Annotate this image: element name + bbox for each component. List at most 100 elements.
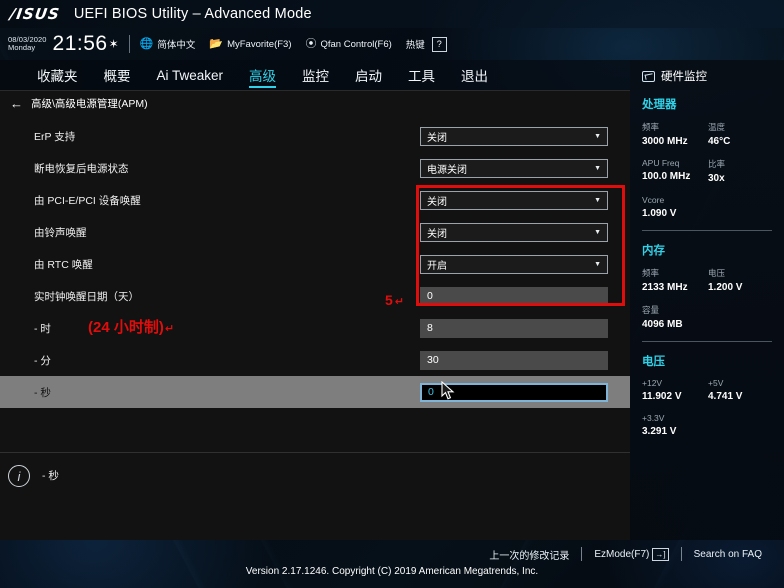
- text-input-value: 0: [427, 290, 433, 302]
- sidebar-section-title: 内存: [642, 245, 665, 257]
- language-selector[interactable]: 🌐 简体中文: [140, 37, 196, 51]
- setting-dropdown[interactable]: 电源关闭 ▼: [420, 158, 608, 178]
- hotkey-button[interactable]: 热键 ?: [406, 36, 447, 52]
- sidebar-metric: 频率 3000 MHz: [642, 121, 708, 147]
- text-input-value: 30: [427, 354, 439, 366]
- tab-0[interactable]: 收藏夹: [24, 63, 91, 87]
- chevron-down-icon: ▼: [594, 196, 601, 204]
- tab-4[interactable]: 监控: [289, 63, 342, 87]
- setting-row[interactable]: 由 PCI-E/PCI 设备唤醒 关闭 ▼: [0, 184, 630, 216]
- last-modified-button[interactable]: 上一次的修改记录: [477, 547, 581, 562]
- divider: [642, 341, 772, 342]
- search-faq-button[interactable]: Search on FAQ: [682, 549, 774, 560]
- tab-2[interactable]: Ai Tweaker: [144, 66, 237, 85]
- setting-row[interactable]: - 分 30: [0, 344, 630, 376]
- setting-dropdown[interactable]: 开启 ▼: [420, 254, 608, 274]
- metric-value: 1.090 V: [642, 208, 677, 219]
- dropdown-value: 关闭: [427, 132, 447, 144]
- gear-icon[interactable]: ✶: [109, 37, 119, 51]
- hardware-monitor-label: 硬件监控: [661, 71, 707, 83]
- setting-row[interactable]: ErP 支持 关闭 ▼: [0, 120, 630, 152]
- divider: [128, 35, 130, 53]
- divider: [642, 230, 772, 231]
- metric-value: 30x: [708, 173, 725, 184]
- qfan-control-button[interactable]: ⦿ Qfan Control(F6): [305, 37, 392, 50]
- tab-5[interactable]: 启动: [342, 63, 395, 87]
- setting-text-input[interactable]: 0: [420, 382, 608, 402]
- setting-label: ErP 支持: [34, 130, 76, 143]
- dropdown-value: 开启: [427, 260, 447, 272]
- tab-1[interactable]: 概要: [91, 63, 144, 87]
- sidebar-section-title: 处理器: [642, 99, 677, 111]
- sidebar-metric: 电压 1.200 V: [708, 267, 774, 293]
- sidebar-metric: APU Freq 100.0 MHz: [642, 158, 708, 184]
- dropdown-value: 电源关闭: [427, 164, 467, 176]
- sidebar-metric: 容量 4096 MB: [642, 304, 708, 330]
- tab-6[interactable]: 工具: [395, 63, 448, 87]
- tab-label: Ai Tweaker: [156, 67, 224, 83]
- sidebar-section-title: 电压: [642, 356, 665, 368]
- metric-caption: +3.3V: [642, 413, 665, 423]
- back-arrow-icon[interactable]: ←: [10, 97, 23, 110]
- metric-caption: +5V: [708, 378, 724, 388]
- tab-7[interactable]: 退出: [448, 63, 501, 87]
- setting-text-input[interactable]: 30: [420, 350, 608, 370]
- setting-dropdown[interactable]: 关闭 ▼: [420, 222, 608, 242]
- tab-label: 启动: [355, 69, 383, 84]
- clock-value: 21:56: [52, 32, 108, 55]
- sidebar-metric-pair: +3.3V 3.291 V: [642, 413, 774, 437]
- chevron-down-icon: ▼: [594, 228, 601, 236]
- metric-value: 11.902 V: [642, 391, 682, 402]
- tab-label: 退出: [461, 69, 489, 84]
- bottom-bar: 上一次的修改记录 EzMode(F7) →] Search on FAQ: [0, 540, 784, 568]
- dropdown-value: 关闭: [427, 228, 447, 240]
- tab-label: 概要: [103, 69, 131, 84]
- tab-3[interactable]: 高级: [236, 63, 289, 88]
- fan-icon: ⦿: [305, 37, 317, 50]
- setting-label: 由 RTC 唤醒: [34, 258, 93, 271]
- divider: [680, 547, 682, 561]
- setting-dropdown[interactable]: 关闭 ▼: [420, 190, 608, 210]
- annotation-step-number: 5: [385, 292, 393, 308]
- setting-text-input[interactable]: 8: [420, 318, 608, 338]
- setting-row[interactable]: - 秒 0: [0, 376, 630, 408]
- setting-label: - 分: [34, 354, 51, 367]
- setting-text-input[interactable]: 0: [420, 286, 608, 306]
- monitor-icon: [642, 70, 655, 82]
- myfavorite-button[interactable]: 📂 MyFavorite(F3): [209, 38, 292, 50]
- setting-dropdown[interactable]: 关闭 ▼: [420, 126, 608, 146]
- asus-logo: /ISUS: [8, 5, 62, 23]
- myfavorite-label: MyFavorite(F3): [227, 38, 292, 50]
- metric-value: 1.200 V: [708, 282, 743, 293]
- tab-label: 监控: [302, 69, 330, 84]
- setting-row[interactable]: 由 RTC 唤醒 开启 ▼: [0, 248, 630, 280]
- last-modified-label: 上一次的修改记录: [489, 550, 570, 562]
- ezmode-button[interactable]: EzMode(F7) →]: [582, 547, 680, 561]
- metric-caption: 电压: [708, 268, 726, 278]
- tab-label: 工具: [408, 69, 436, 84]
- setting-label: 由 PCI-E/PCI 设备唤醒: [34, 194, 141, 207]
- qfan-label: Qfan Control(F6): [320, 38, 392, 50]
- setting-row[interactable]: 断电恢复后电源状态 电源关闭 ▼: [0, 152, 630, 184]
- setting-row[interactable]: 由铃声唤醒 关闭 ▼: [0, 216, 630, 248]
- metric-caption: 频率: [642, 268, 660, 278]
- app-title: UEFI BIOS Utility – Advanced Mode: [73, 6, 312, 22]
- sidebar-metric: +3.3V 3.291 V: [642, 413, 708, 437]
- metric-value: 4.741 V: [708, 391, 743, 402]
- setting-label: 断电恢复后电源状态: [34, 162, 129, 175]
- weekday-value: Monday: [8, 43, 36, 52]
- metric-caption: 比率: [708, 159, 726, 169]
- metric-caption: 温度: [708, 122, 726, 132]
- setting-row[interactable]: 实时钟唤醒日期（天） 0: [0, 280, 630, 312]
- dropdown-value: 关闭: [427, 196, 447, 208]
- sidebar-metric-pair: Vcore 1.090 V: [642, 195, 774, 219]
- hardware-monitor-sections: 处理器 频率 3000 MHz 温度 46°C APU Freq 100.0 MHz 比率 30…: [642, 96, 774, 437]
- setting-label: - 时: [34, 322, 51, 335]
- hotkey-key: ?: [431, 36, 447, 52]
- metric-value: 3.291 V: [642, 426, 677, 437]
- tab-label: 高级: [249, 69, 277, 84]
- chevron-down-icon: ▼: [594, 164, 601, 172]
- metric-value: 3000 MHz: [642, 136, 688, 147]
- sidebar-metric: Vcore 1.090 V: [642, 195, 708, 219]
- metric-caption: +12V: [642, 378, 663, 388]
